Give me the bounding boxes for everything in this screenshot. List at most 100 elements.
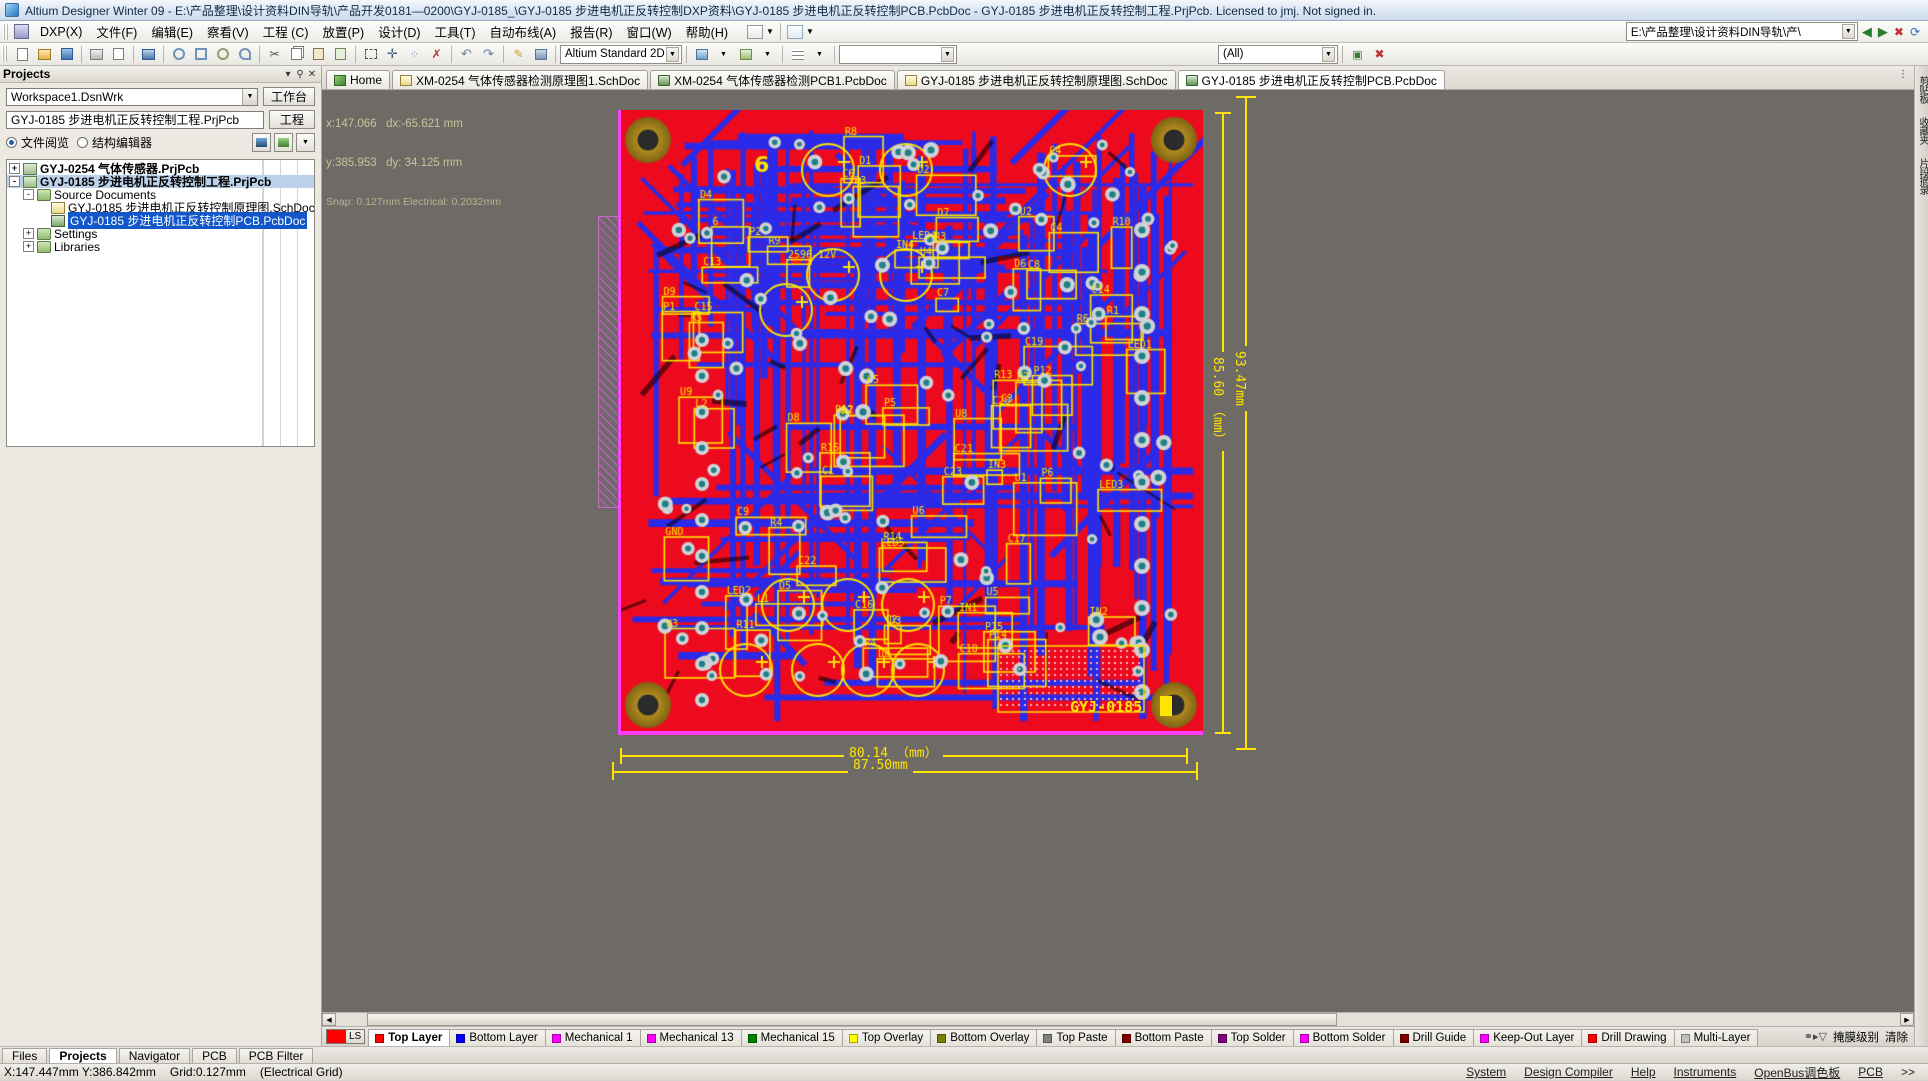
chevron-down-icon[interactable]: ▼	[766, 27, 774, 36]
rail-tab-clipboard[interactable]: 剪贴板	[1915, 72, 1928, 107]
back-nav-icon[interactable]: ◀	[1860, 24, 1874, 40]
paste-icon[interactable]	[308, 44, 329, 64]
chart-tool-icon[interactable]	[747, 24, 764, 39]
menu-item-design[interactable]: 设计(D)	[371, 19, 427, 44]
project-button[interactable]: 工程	[269, 110, 315, 129]
layer-options-icon[interactable]: ⚭▸▽	[1804, 1030, 1827, 1043]
menu-item-file[interactable]: 文件(F)	[89, 19, 144, 44]
rail-tab-favorites[interactable]: 收藏夹	[1915, 113, 1928, 148]
scroll-thumb[interactable]	[367, 1013, 1337, 1026]
redo-icon[interactable]: ↷	[478, 44, 499, 64]
document-tab-home[interactable]: Home	[326, 70, 391, 89]
layer-tab-drill-drawing[interactable]: Drill Drawing	[1581, 1028, 1675, 1046]
layer-tab-bottom-overlay[interactable]: Bottom Overlay	[930, 1028, 1038, 1046]
menu-item-edit[interactable]: 编辑(E)	[144, 19, 200, 44]
status-button-more[interactable]: >>	[1892, 1065, 1924, 1079]
pcb-board[interactable]: GYJ-0185	[618, 110, 1203, 735]
layer-tab-bottom-paste[interactable]: Bottom Paste	[1114, 1028, 1212, 1046]
scope-combo[interactable]: (All) ▼	[1218, 44, 1338, 64]
zoom-selected-icon[interactable]	[212, 44, 233, 64]
browse-components-icon[interactable]	[530, 44, 551, 64]
project-combo[interactable]: GYJ-0185 步进电机正反转控制工程.PrjPcb	[6, 110, 264, 129]
menu-item-reports[interactable]: 报告(R)	[563, 19, 619, 44]
layer-tab-mechanical-15[interactable]: Mechanical 15	[740, 1028, 843, 1046]
path-combo[interactable]: E:\产品整理\设计资料DIN导轨\产\ ▼	[1625, 22, 1858, 41]
workspace-combo[interactable]: Workspace1.DsnWrk ▼	[6, 87, 258, 106]
sort-documents-icon[interactable]	[274, 133, 293, 152]
chevron-down-icon-4[interactable]: ▼	[666, 46, 679, 62]
zoom-document-icon[interactable]	[168, 44, 189, 64]
paste-special-icon[interactable]	[330, 44, 351, 64]
board-insight-icon[interactable]	[691, 44, 712, 64]
horizontal-scrollbar[interactable]: ◀ ▶	[322, 1012, 1914, 1026]
clear-mask-label[interactable]: 清除	[1885, 1029, 1908, 1045]
chevron-down-icon-5[interactable]: ▼	[713, 44, 734, 64]
status-button-pcb[interactable]: PCB	[1849, 1065, 1892, 1079]
mask-level-label[interactable]: 掩膜级别	[1833, 1029, 1879, 1045]
config-2d-combo[interactable]: Altium Standard 2D ▼	[560, 44, 682, 64]
layer-tab-top-paste[interactable]: Top Paste	[1036, 1028, 1116, 1046]
layer-tab-top-overlay[interactable]: Top Overlay	[841, 1028, 932, 1046]
menu-item-dxp[interactable]: DXP(X)	[33, 22, 89, 42]
document-tab-gyj0185-sch[interactable]: GYJ-0185 步进电机正反转控制原理图.SchDoc	[896, 70, 1176, 89]
layer-set-selector[interactable]: LS	[326, 1029, 366, 1044]
menu-grip[interactable]	[3, 23, 9, 40]
stop-nav-icon[interactable]: ✖	[1892, 25, 1906, 39]
chevron-down-icon-3[interactable]: ▼	[1841, 24, 1855, 39]
save-icon[interactable]	[56, 44, 77, 64]
menu-item-help[interactable]: 帮助(H)	[679, 19, 735, 44]
open-folder-icon[interactable]	[34, 44, 55, 64]
layer-tab-bottom-layer[interactable]: Bottom Layer	[449, 1028, 546, 1046]
zoom-filter-icon[interactable]	[234, 44, 255, 64]
filter-combo[interactable]: ▼	[839, 44, 957, 64]
clear-all-filter-icon[interactable]: ✖	[1369, 44, 1390, 64]
scroll-track[interactable]	[336, 1013, 1900, 1026]
print-icon[interactable]	[86, 44, 107, 64]
status-button-openbus[interactable]: OpenBus调色板	[1745, 1064, 1849, 1081]
apply-filter-icon[interactable]: ▣	[1347, 44, 1368, 64]
chevron-down-icon-2[interactable]: ▼	[806, 27, 814, 36]
dxp-logo-icon[interactable]	[14, 24, 29, 39]
layer-tab-keep-out-layer[interactable]: Keep-Out Layer	[1473, 1028, 1583, 1046]
toolbar-grip[interactable]	[2, 46, 8, 62]
tree-item-6[interactable]: + Libraries	[7, 240, 314, 254]
tree-expander-0[interactable]: +	[9, 163, 20, 174]
layer-tab-top-solder[interactable]: Top Solder	[1210, 1028, 1294, 1046]
design-rules-icon[interactable]	[735, 44, 756, 64]
select-area-icon[interactable]	[360, 44, 381, 64]
document-tab-xm0254-sch[interactable]: XM-0254 气体传感器检测原理图1.SchDoc	[392, 70, 649, 89]
tree-item-1[interactable]: - GYJ-0185 步进电机正反转控制工程.PrjPcb	[7, 175, 314, 189]
layers-stack-icon[interactable]	[252, 133, 271, 152]
panel-tab-files[interactable]: Files	[2, 1047, 48, 1063]
chevron-down-icon-workspace[interactable]: ▼	[241, 88, 257, 105]
chevron-down-icon-8[interactable]: ▼	[941, 46, 954, 62]
menu-item-autoroute[interactable]: 自动布线(A)	[483, 19, 564, 44]
reload-nav-icon[interactable]: ⟳	[1908, 25, 1922, 39]
tree-expander-1[interactable]: -	[9, 176, 20, 187]
zoom-area-icon[interactable]	[190, 44, 211, 64]
tree-item-4[interactable]: GYJ-0185 步进电机正反转控制PCB.PcbDoc	[7, 212, 314, 229]
pcb-canvas[interactable]: x:147.066 dx:-65.621 mm y:385.953 dy: 34…	[322, 90, 1914, 1012]
highlight-icon[interactable]: ✎	[508, 44, 529, 64]
status-button-system[interactable]: System	[1457, 1065, 1515, 1079]
chevron-down-icon-9[interactable]: ▼	[1322, 46, 1335, 62]
close-icon[interactable]: ✕	[306, 68, 318, 80]
menu-item-tools[interactable]: 工具(T)	[428, 19, 483, 44]
status-button-instruments[interactable]: Instruments	[1665, 1065, 1746, 1079]
collapse-icon[interactable]: ▾	[282, 68, 294, 80]
rail-tab-snippets[interactable]: 片段摘录	[1915, 154, 1928, 198]
layer-tab-multi-layer[interactable]: Multi-Layer	[1673, 1028, 1759, 1046]
workspace-button[interactable]: 工作台	[262, 87, 315, 106]
new-document-icon[interactable]	[12, 44, 33, 64]
panel-tab-navigator[interactable]: Navigator	[118, 1047, 191, 1063]
tab-scroll-icon[interactable]: ⋮	[1898, 69, 1908, 80]
print-preview-icon[interactable]	[108, 44, 129, 64]
radio-file-view[interactable]: 文件阅览	[6, 134, 69, 151]
layer-tab-mechanical-13[interactable]: Mechanical 13	[639, 1028, 742, 1046]
document-tab-gyj0185-pcb[interactable]: GYJ-0185 步进电机正反转控制PCB.PcbDoc	[1177, 70, 1445, 89]
layer-tab-bottom-solder[interactable]: Bottom Solder	[1292, 1028, 1394, 1046]
pin-icon[interactable]: ⚲	[294, 68, 306, 80]
move-icon[interactable]: ✛	[382, 44, 403, 64]
panel-tab-pcb[interactable]: PCB	[192, 1047, 237, 1063]
grid-settings-icon[interactable]	[787, 44, 808, 64]
